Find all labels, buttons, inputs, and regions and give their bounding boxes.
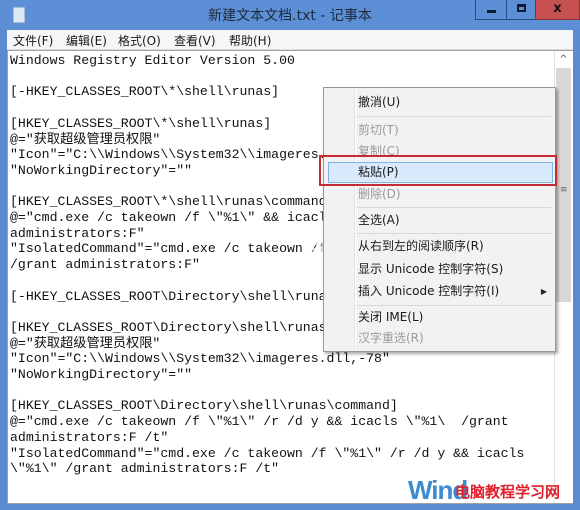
minimize-button[interactable] xyxy=(475,0,507,20)
menu-item-close-ime[interactable]: 关闭 IME(L) xyxy=(358,307,423,327)
title-bar[interactable]: 新建文本文档.txt - 记事本 x xyxy=(0,0,580,30)
menu-separator xyxy=(357,233,551,234)
menu-format[interactable]: 格式(O) xyxy=(118,32,161,49)
menu-separator xyxy=(357,305,551,306)
scroll-up-button[interactable]: ^ xyxy=(555,51,572,68)
notepad-window: 新建文本文档.txt - 记事本 x 文件(F) 编辑(E) 格式(O) 查看(… xyxy=(0,0,580,510)
menu-separator xyxy=(357,116,551,117)
maximize-button[interactable] xyxy=(506,0,536,20)
context-menu: 撤消(U) 剪切(T) 复制(C) 粘贴(P) 删除(D) 全选(A) 从右到左… xyxy=(323,87,556,352)
menu-item-undo[interactable]: 撤消(U) xyxy=(358,92,400,112)
grip-icon: ≡ xyxy=(560,185,568,195)
menu-gutter xyxy=(354,90,356,349)
menu-item-show-unicode[interactable]: 显示 Unicode 控制字符(S) xyxy=(358,259,503,279)
minimize-icon xyxy=(487,10,496,13)
menu-separator xyxy=(357,207,551,208)
menu-item-rtl-reading[interactable]: 从右到左的阅读顺序(R) xyxy=(358,236,484,256)
vertical-scrollbar[interactable]: ^ ≡ xyxy=(554,51,573,503)
menu-bar: 文件(F) 编辑(E) 格式(O) 查看(V) 帮助(H) xyxy=(7,30,573,50)
menu-item-cut[interactable]: 剪切(T) xyxy=(358,120,399,140)
close-icon: x xyxy=(553,1,562,16)
menu-edit[interactable]: 编辑(E) xyxy=(66,32,107,49)
paste-callout-box xyxy=(319,155,557,186)
scroll-thumb[interactable]: ≡ xyxy=(556,68,571,302)
menu-view[interactable]: 查看(V) xyxy=(174,32,216,49)
submenu-arrow-icon: ▶ xyxy=(540,287,547,296)
maximize-icon xyxy=(517,4,526,12)
menu-item-reconversion[interactable]: 汉字重选(R) xyxy=(358,328,424,348)
menu-item-delete[interactable]: 删除(D) xyxy=(358,184,401,204)
menu-item-select-all[interactable]: 全选(A) xyxy=(358,210,400,230)
menu-item-insert-unicode[interactable]: 插入 Unicode 控制字符(I) xyxy=(358,281,499,301)
close-button[interactable]: x xyxy=(535,0,580,20)
watermark-site-name: 电脑教程学习网 xyxy=(455,483,561,501)
menu-help[interactable]: 帮助(H) xyxy=(229,32,271,49)
menu-file[interactable]: 文件(F) xyxy=(13,32,53,49)
